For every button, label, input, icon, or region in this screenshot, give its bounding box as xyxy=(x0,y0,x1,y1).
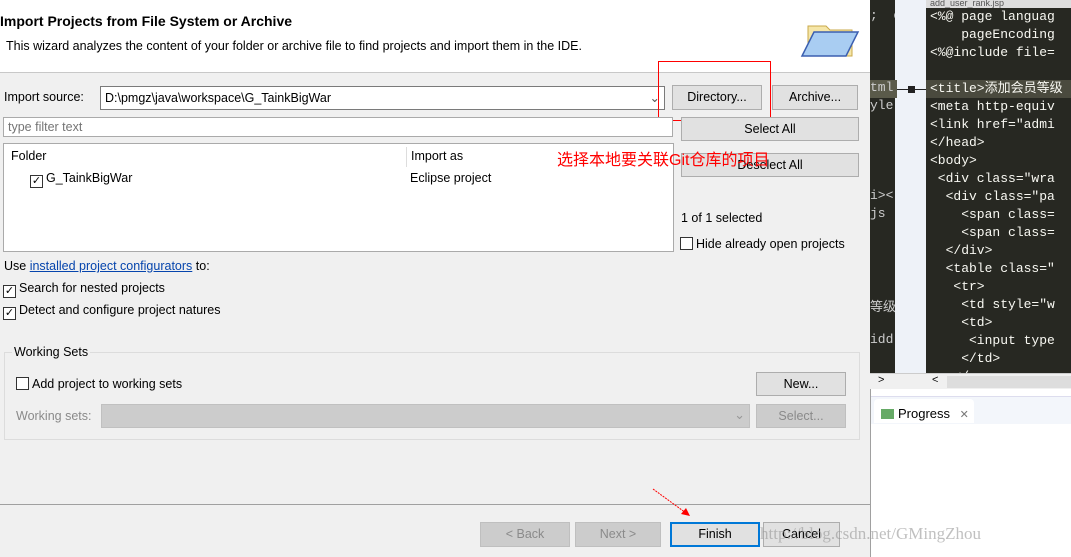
select-all-button[interactable]: Select All xyxy=(681,117,859,141)
highlight-box xyxy=(658,61,771,121)
code-line: <%@ page languag xyxy=(930,9,1055,24)
left-code-fragment: js xyxy=(870,206,886,221)
code-line: </head> xyxy=(930,135,985,150)
code-line: <input type xyxy=(930,333,1055,348)
code-line: <meta http-equiv xyxy=(930,99,1055,114)
code-line: <td style="w xyxy=(930,297,1055,312)
new-button[interactable]: New... xyxy=(756,372,846,396)
code-line: </td> xyxy=(930,351,1001,366)
hide-open-checkbox[interactable]: Hide already open projects xyxy=(680,237,845,251)
watermark: http://blog.csdn.net/GMingZhou xyxy=(760,524,981,543)
select-button[interactable]: Select... xyxy=(756,404,846,428)
annotation-note: 选择本地要关联Git仓库的项目 xyxy=(557,152,770,169)
code-line: <span class= xyxy=(930,225,1055,240)
search-nested-label: Search for nested projects xyxy=(19,281,165,295)
code-line: <link href="admi xyxy=(930,117,1055,132)
editor-tab[interactable]: add_user_rank.jsp xyxy=(926,0,1071,8)
project-checkbox[interactable]: ✓ xyxy=(30,175,43,188)
finish-button[interactable]: Finish xyxy=(670,522,760,547)
diff-connector-node xyxy=(908,86,915,93)
horizontal-scrollbar[interactable]: > < xyxy=(870,373,1071,389)
code-line: <div class="pa xyxy=(930,189,1055,204)
import-source-combo[interactable]: D:\pmgz\java\workspace\G_TainkBigWar ⌄ xyxy=(100,86,665,110)
back-button[interactable]: < Back xyxy=(480,522,570,547)
annotation-arrow xyxy=(652,488,690,516)
code-line: pageEncoding xyxy=(930,27,1055,42)
code-line: <%@include file= xyxy=(930,45,1055,60)
column-folder[interactable]: Folder xyxy=(11,149,46,163)
left-code-fragment: 等级 xyxy=(870,300,895,315)
scroll-right-icon[interactable]: > xyxy=(878,374,884,386)
chevron-down-icon[interactable]: ⌄ xyxy=(734,407,745,423)
add-working-sets-checkbox[interactable]: Add project to working sets xyxy=(16,377,182,391)
use-prefix: Use xyxy=(4,259,30,273)
code-line: <td> xyxy=(930,315,993,330)
scroll-thumb[interactable] xyxy=(947,376,1071,388)
detect-natures-checkbox[interactable]: ✓ Detect and configure project natures xyxy=(3,303,221,320)
tab-progress[interactable]: Progress ✕ xyxy=(874,399,974,423)
code-line: <table class=" xyxy=(930,261,1055,276)
left-code-fragment: i>< xyxy=(870,188,894,203)
close-icon[interactable]: ✕ xyxy=(960,409,969,421)
progress-tab-label: Progress xyxy=(898,406,951,421)
scroll-left-icon[interactable]: < xyxy=(932,374,938,386)
code-line: </div> xyxy=(930,243,993,258)
left-code-fragment: ; c xyxy=(870,8,895,23)
detect-natures-label: Detect and configure project natures xyxy=(19,303,221,317)
hide-open-label: Hide already open projects xyxy=(696,237,845,251)
next-button[interactable]: Next > xyxy=(575,522,661,547)
configurators-link[interactable]: installed project configurators xyxy=(30,259,193,273)
code-line: <tr> xyxy=(930,279,985,294)
working-sets-label: Working sets: xyxy=(16,409,92,423)
working-sets-title: Working Sets xyxy=(12,345,91,359)
left-code-fragment: tml xyxy=(870,80,894,95)
code-line: <title>添加会员等级 xyxy=(930,81,1063,96)
progress-icon xyxy=(881,409,894,419)
left-code-fragment: yle xyxy=(870,98,894,113)
column-import-as[interactable]: Import as xyxy=(411,149,463,163)
code-line: <span class= xyxy=(930,207,1055,222)
import-source-label: Import source: xyxy=(4,90,84,104)
wizard-title: Import Projects from File System or Arch… xyxy=(0,13,293,29)
wizard-description: This wizard analyzes the content of your… xyxy=(6,39,582,53)
search-nested-checkbox[interactable]: ✓ Search for nested projects xyxy=(3,281,165,298)
archive-button[interactable]: Archive... xyxy=(772,85,858,110)
import-source-value: D:\pmgz\java\workspace\G_TainkBigWar xyxy=(105,91,332,105)
checkbox-box[interactable]: ✓ xyxy=(3,307,16,320)
configurators-line: Use installed project configurators to: xyxy=(4,259,210,273)
use-suffix: to: xyxy=(192,259,210,273)
project-import-as: Eclipse project xyxy=(410,171,492,185)
code-line: <body> xyxy=(930,153,977,168)
code-line: <div class="wra xyxy=(930,171,1055,186)
footer-separator xyxy=(0,504,870,505)
column-divider xyxy=(406,147,407,167)
checkbox-box[interactable]: ✓ xyxy=(3,285,16,298)
left-code-fragment: idd xyxy=(870,332,894,347)
working-sets-combo[interactable]: ⌄ xyxy=(101,404,750,428)
view-tabbar: Progress ✕ xyxy=(871,396,1071,424)
checkbox-box[interactable] xyxy=(16,377,29,390)
project-folder: G_TainkBigWar xyxy=(46,171,133,185)
import-dialog: Import Projects from File System or Arch… xyxy=(0,0,870,557)
compare-gutter xyxy=(895,0,926,373)
folder-icon xyxy=(800,25,860,57)
table-row[interactable]: ✓ G_TainkBigWar xyxy=(30,171,132,188)
selected-count: 1 of 1 selected xyxy=(681,211,763,225)
add-working-sets-label: Add project to working sets xyxy=(32,377,183,391)
filter-input[interactable] xyxy=(3,117,673,137)
checkbox-box[interactable] xyxy=(680,237,693,250)
